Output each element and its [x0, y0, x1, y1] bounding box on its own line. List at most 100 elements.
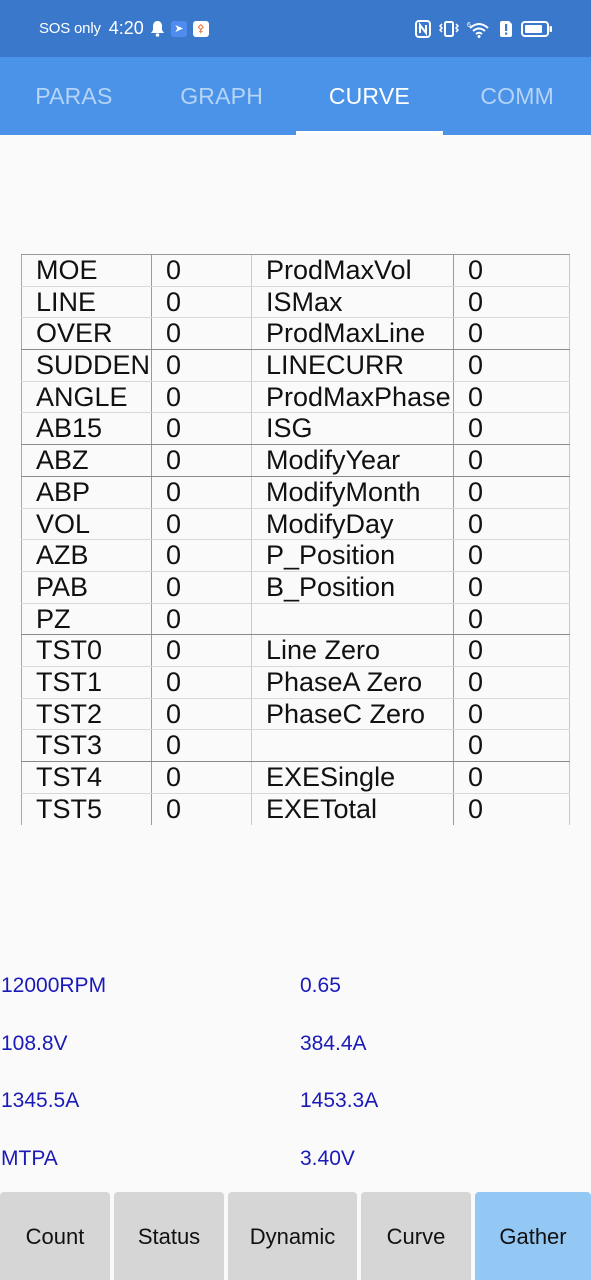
param-value: 0: [151, 762, 251, 793]
param-value: 0: [151, 255, 251, 286]
param-value: 0: [151, 603, 251, 635]
carrier-text: SOS only: [39, 20, 101, 37]
param-value: 0: [151, 635, 251, 666]
table-row: TST3 0 0: [21, 730, 570, 762]
gather-button[interactable]: Gather: [475, 1192, 591, 1280]
param-name: PZ: [21, 603, 151, 635]
table-row: TST1 0 PhaseA Zero 0: [21, 666, 570, 699]
readout-right: 384.4A: [300, 1031, 367, 1055]
param-value: 0: [453, 698, 570, 730]
param-value: 0: [151, 350, 251, 381]
param-value: 0: [453, 730, 570, 761]
param-name: PhaseC Zero: [251, 698, 453, 730]
param-name: TST0: [21, 635, 151, 666]
count-button[interactable]: Count: [0, 1192, 110, 1280]
readout-row: MTPA 3.40V: [0, 1139, 591, 1197]
param-value: 0: [453, 381, 570, 413]
param-value: 0: [453, 318, 570, 350]
param-name: EXESingle: [251, 762, 453, 793]
app-icon-runner: ⚴: [192, 20, 209, 37]
param-name: ISG: [251, 413, 453, 445]
readout-right: 0.65: [300, 974, 341, 997]
param-value: 0: [151, 540, 251, 571]
param-name: Line Zero: [251, 635, 453, 666]
param-value: 0: [151, 698, 251, 730]
readout-left: MTPA: [1, 1147, 58, 1171]
readout-right: 1453.3A: [300, 1089, 379, 1113]
app-icon-bird: ➤: [170, 20, 187, 37]
tab-curve[interactable]: CURVE: [295, 57, 444, 135]
dynamic-button[interactable]: Dynamic: [228, 1192, 357, 1280]
param-name: SUDDEN: [21, 350, 151, 381]
param-value: 0: [151, 793, 251, 826]
param-value: 0: [151, 666, 251, 698]
param-name: PAB: [21, 571, 151, 603]
param-name: ModifyYear: [251, 445, 453, 476]
param-value: 0: [453, 571, 570, 603]
param-value: 0: [453, 255, 570, 286]
bell-icon: [150, 20, 165, 37]
tab-graph[interactable]: GRAPH: [148, 57, 296, 135]
param-value: 0: [151, 286, 251, 318]
table-row: TST0 0 Line Zero 0: [21, 635, 570, 667]
table-row: TST5 0 EXETotal 0: [21, 793, 570, 826]
param-name: LINECURR: [251, 350, 453, 381]
readout-row: 108.8V 384.4A: [0, 1024, 591, 1082]
param-name: ABP: [21, 476, 151, 508]
param-value: 0: [453, 762, 570, 793]
param-value: 0: [453, 350, 570, 381]
param-value: 0: [453, 793, 570, 826]
param-name: LINE: [21, 286, 151, 318]
param-name: P_Position: [251, 540, 453, 571]
param-value: 0: [151, 730, 251, 761]
param-value: 0: [453, 476, 570, 508]
param-value: 0: [453, 445, 570, 476]
readout-right: 3.40V: [300, 1147, 355, 1171]
param-name: TST4: [21, 762, 151, 793]
param-name: ANGLE: [21, 381, 151, 413]
param-name: TST5: [21, 793, 151, 826]
param-value: 0: [453, 508, 570, 540]
curve-button[interactable]: Curve: [361, 1192, 471, 1280]
bottom-button-bar: Count Status Dynamic Curve Gather: [0, 1192, 591, 1280]
param-value: 0: [453, 413, 570, 445]
status-bar: SOS only 4:20 ➤ ⚴ 6: [0, 0, 591, 57]
status-left: SOS only 4:20 ➤ ⚴: [39, 18, 209, 39]
vibrate-icon: [439, 20, 459, 38]
param-name: ProdMaxVol: [251, 255, 453, 286]
param-name: AZB: [21, 540, 151, 571]
param-name: EXETotal: [251, 793, 453, 826]
wifi-icon: 6: [467, 20, 491, 38]
param-name: [251, 730, 453, 761]
param-value: 0: [151, 381, 251, 413]
param-value: 0: [151, 476, 251, 508]
readout-left: 108.8V: [1, 1031, 68, 1055]
table-row: ABZ 0 ModifyYear 0: [21, 445, 570, 477]
table-row: TST2 0 PhaseC Zero 0: [21, 698, 570, 731]
table-row: PZ 0 0: [21, 603, 570, 636]
tab-bar: PARAS GRAPH CURVE COMM: [0, 57, 591, 135]
table-row: AB15 0 ISG 0: [21, 413, 570, 446]
table-row: ABP 0 ModifyMonth 0: [21, 476, 570, 509]
table-row: VOL 0 ModifyDay 0: [21, 508, 570, 541]
param-value: 0: [453, 635, 570, 666]
param-value: 0: [151, 508, 251, 540]
readouts-panel: 12000RPM 0.65 108.8V 384.4A 1345.5A 1453.3A MT…: [0, 966, 591, 1197]
param-name: AB15: [21, 413, 151, 445]
readout-left: 1345.5A: [1, 1089, 80, 1113]
param-value: 0: [151, 413, 251, 445]
table-row: ANGLE 0 ProdMaxPhase 0: [21, 381, 570, 414]
table-row: MOE 0 ProdMaxVol 0: [21, 255, 570, 287]
tab-paras[interactable]: PARAS: [0, 57, 148, 135]
param-value: 0: [453, 540, 570, 571]
param-value: 0: [453, 666, 570, 698]
readout-left: 12000RPM: [1, 974, 107, 997]
param-value: 0: [151, 445, 251, 476]
param-name: ProdMaxPhase: [251, 381, 453, 413]
table-row: PAB 0 B_Position 0: [21, 571, 570, 604]
status-button[interactable]: Status: [114, 1192, 224, 1280]
param-name: OVER: [21, 318, 151, 350]
tab-comm[interactable]: COMM: [443, 57, 591, 135]
param-name: TST1: [21, 666, 151, 698]
param-name: TST2: [21, 698, 151, 730]
